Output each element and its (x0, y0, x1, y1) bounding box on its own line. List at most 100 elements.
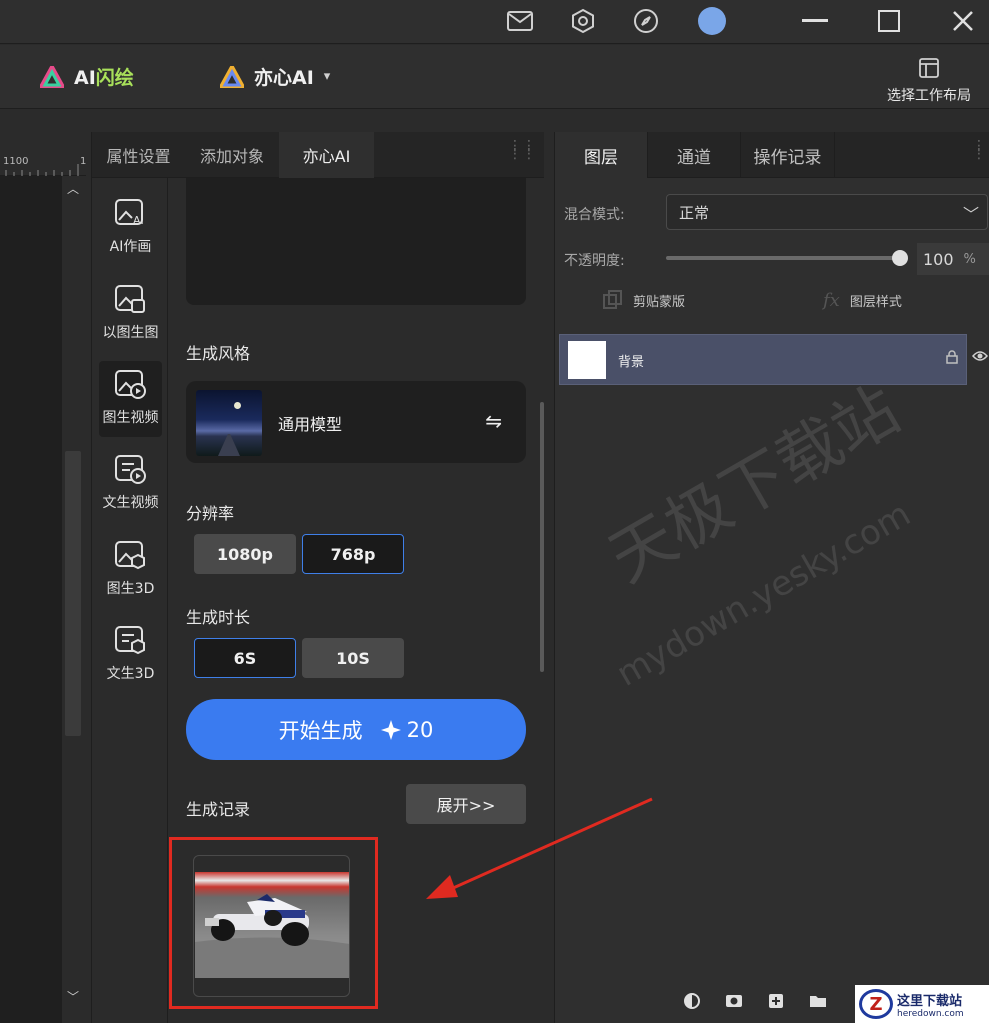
tab-properties[interactable]: 属性设置 (92, 132, 185, 178)
site-logo-icon: Z (859, 989, 893, 1019)
compass-icon[interactable] (631, 6, 661, 36)
eye-icon[interactable] (972, 350, 988, 366)
tab-layers[interactable]: 图层 (555, 132, 648, 178)
sidebar-item-ai-painting[interactable]: AI AI作画 (99, 190, 162, 266)
new-layer-icon[interactable] (767, 992, 785, 1010)
folder-icon[interactable] (809, 992, 827, 1010)
history-item[interactable] (193, 855, 350, 997)
clip-mask-icon (603, 290, 622, 309)
opacity-unit: % (963, 251, 976, 267)
resolution-768p-button[interactable]: 768p (302, 534, 404, 574)
sparkle-icon (380, 719, 401, 740)
sidebar-item-image-to-image[interactable]: 以图生图 (99, 276, 162, 352)
swap-icon[interactable]: ⇋ (485, 409, 502, 433)
blend-mode-select[interactable]: 正常 ﹀ (666, 194, 988, 230)
scroll-up-icon[interactable]: ︿ (67, 180, 79, 197)
minimize-icon[interactable] (800, 6, 830, 36)
fx-icon: fx (823, 290, 840, 311)
opacity-value: 100 (923, 249, 954, 269)
brand-shanhui-text: 闪绘 (95, 67, 134, 89)
title-bar (0, 0, 989, 44)
layer-actions (683, 992, 827, 1010)
layer-style-label: 图层样式 (849, 295, 902, 310)
duration-10s-button[interactable]: 10S (302, 638, 404, 678)
opacity-label: 不透明度: (564, 253, 625, 269)
image-to-3d-icon (114, 541, 145, 570)
horizontal-ruler: 1100 1 (0, 150, 86, 176)
start-generate-button[interactable]: 开始生成 20 (186, 699, 526, 760)
clip-mask-label: 剪贴蒙版 (633, 294, 686, 310)
scroll-thumb[interactable] (65, 451, 81, 736)
opacity-slider[interactable] (666, 250, 908, 266)
image-to-video-icon (114, 370, 146, 399)
sidebar-item-image-to-3d[interactable]: 图生3D (99, 532, 162, 608)
sidebar-item-label: 图生视频 (102, 410, 159, 426)
layout-label: 选择工作布局 (887, 88, 971, 104)
site-logo-title: 这里下载站 (897, 993, 963, 1009)
sidebar-item-label: AI作画 (109, 239, 152, 255)
duration-6s-button[interactable]: 6S (194, 638, 296, 678)
close-icon[interactable] (948, 6, 978, 36)
drag-handle-icon[interactable]: ⋮ ⋮ (972, 139, 986, 161)
clip-mask-button[interactable]: 剪贴蒙版 (603, 290, 685, 310)
duration-label: 生成时长 (186, 608, 251, 627)
canvas-area[interactable] (0, 176, 62, 1023)
maximize-icon[interactable] (874, 6, 904, 36)
tab-channels[interactable]: 通道 (648, 132, 741, 178)
resolution-label: 分辨率 (186, 504, 235, 523)
blend-mode-value: 正常 (679, 203, 710, 222)
credit-cost: 20 (380, 717, 434, 742)
prompt-textarea[interactable] (186, 178, 526, 305)
sidebar-item-label: 文生3D (106, 666, 155, 682)
style-label: 生成风格 (186, 344, 251, 363)
ai-shanhui-button[interactable]: AI闪绘 (40, 63, 134, 90)
chevron-down-icon: ﹀ (962, 205, 979, 224)
brand-logo-icon (220, 65, 244, 88)
ruler-ticks (5, 164, 79, 176)
sidebar-item-label: 文生视频 (102, 495, 159, 511)
lock-icon[interactable] (946, 350, 958, 368)
text-to-3d-icon (114, 626, 145, 655)
toolbar: AI闪绘 亦心AI ▾ 选择工作布局 (0, 45, 989, 109)
adjustment-icon[interactable] (683, 992, 701, 1010)
annotation-arrow (426, 797, 653, 899)
brand-ai-text: AI (74, 67, 96, 89)
tab-history[interactable]: 操作记录 (741, 132, 835, 178)
layer-thumbnail (568, 341, 606, 379)
text-to-video-icon (114, 455, 146, 484)
image-to-image-icon (114, 285, 145, 313)
hexagon-settings-icon[interactable] (568, 6, 598, 36)
layer-row[interactable]: 背景 (559, 334, 967, 385)
chevron-down-icon: ▾ (323, 69, 331, 84)
site-logo-url: heredown.com (897, 1008, 964, 1019)
select-layout-button[interactable]: 选择工作布局 (887, 57, 971, 105)
sidebar-item-text-to-video[interactable]: 文生视频 (99, 446, 162, 522)
brand-logo-icon (40, 65, 64, 88)
layer-style-button[interactable]: fx 图层样式 (823, 290, 902, 311)
avatar[interactable] (697, 6, 727, 36)
svg-text:AI: AI (133, 214, 144, 227)
scroll-down-icon[interactable]: ﹀ (67, 988, 79, 1005)
tab-add-object[interactable]: 添加对象 (185, 132, 279, 178)
blend-mode-label: 混合模式: (564, 207, 625, 223)
sidebar-item-label: 图生3D (106, 581, 155, 597)
mail-icon[interactable] (505, 6, 535, 36)
credit-cost-value: 20 (406, 717, 434, 742)
drag-handle-icon[interactable]: ⋮⋮ ⋮⋮ (508, 139, 536, 161)
opacity-input[interactable]: 100 % (917, 243, 989, 275)
image-ai-icon: AI (114, 199, 144, 227)
layer-name: 背景 (618, 355, 645, 370)
tab-yixin-ai[interactable]: 亦心AI (279, 132, 374, 178)
sidebar-item-image-to-video[interactable]: 图生视频 (99, 361, 162, 437)
style-selector[interactable]: 通用模型 ⇋ (186, 381, 526, 463)
mask-icon[interactable] (725, 992, 743, 1010)
history-label: 生成记录 (186, 800, 251, 819)
canvas-vertical-scrollbar[interactable]: ︿ ﹀ (62, 176, 86, 1006)
slider-knob[interactable] (892, 250, 908, 266)
race-car-image (195, 894, 349, 978)
panel-scrollbar[interactable] (540, 402, 544, 672)
yixin-ai-menu[interactable]: 亦心AI ▾ (220, 63, 330, 90)
resolution-1080p-button[interactable]: 1080p (194, 534, 296, 574)
sidebar-item-text-to-3d[interactable]: 文生3D (99, 617, 162, 693)
site-logo: Z 这里下载站 heredown.com (855, 985, 989, 1023)
